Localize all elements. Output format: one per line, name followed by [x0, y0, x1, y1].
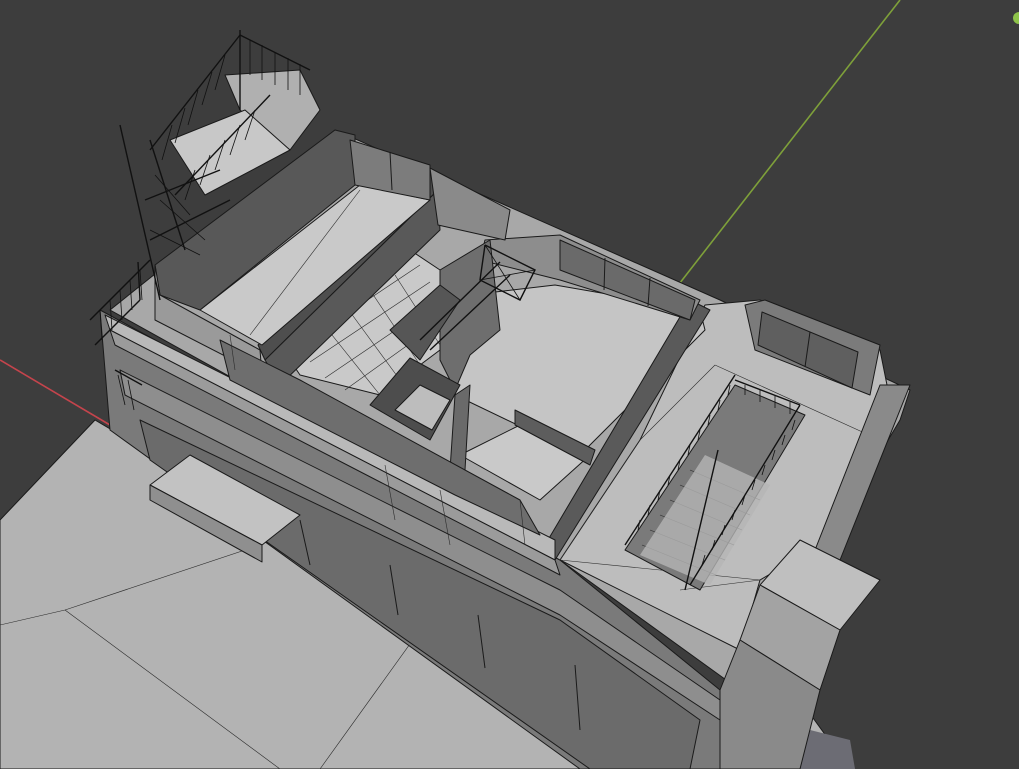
navigation-gizmo-dot[interactable] — [1013, 12, 1019, 24]
x-axis-line — [0, 359, 111, 426]
3d-viewport[interactable] — [0, 0, 1019, 769]
scene-canvas[interactable] — [0, 0, 1019, 769]
y-axis-line — [654, 0, 901, 316]
